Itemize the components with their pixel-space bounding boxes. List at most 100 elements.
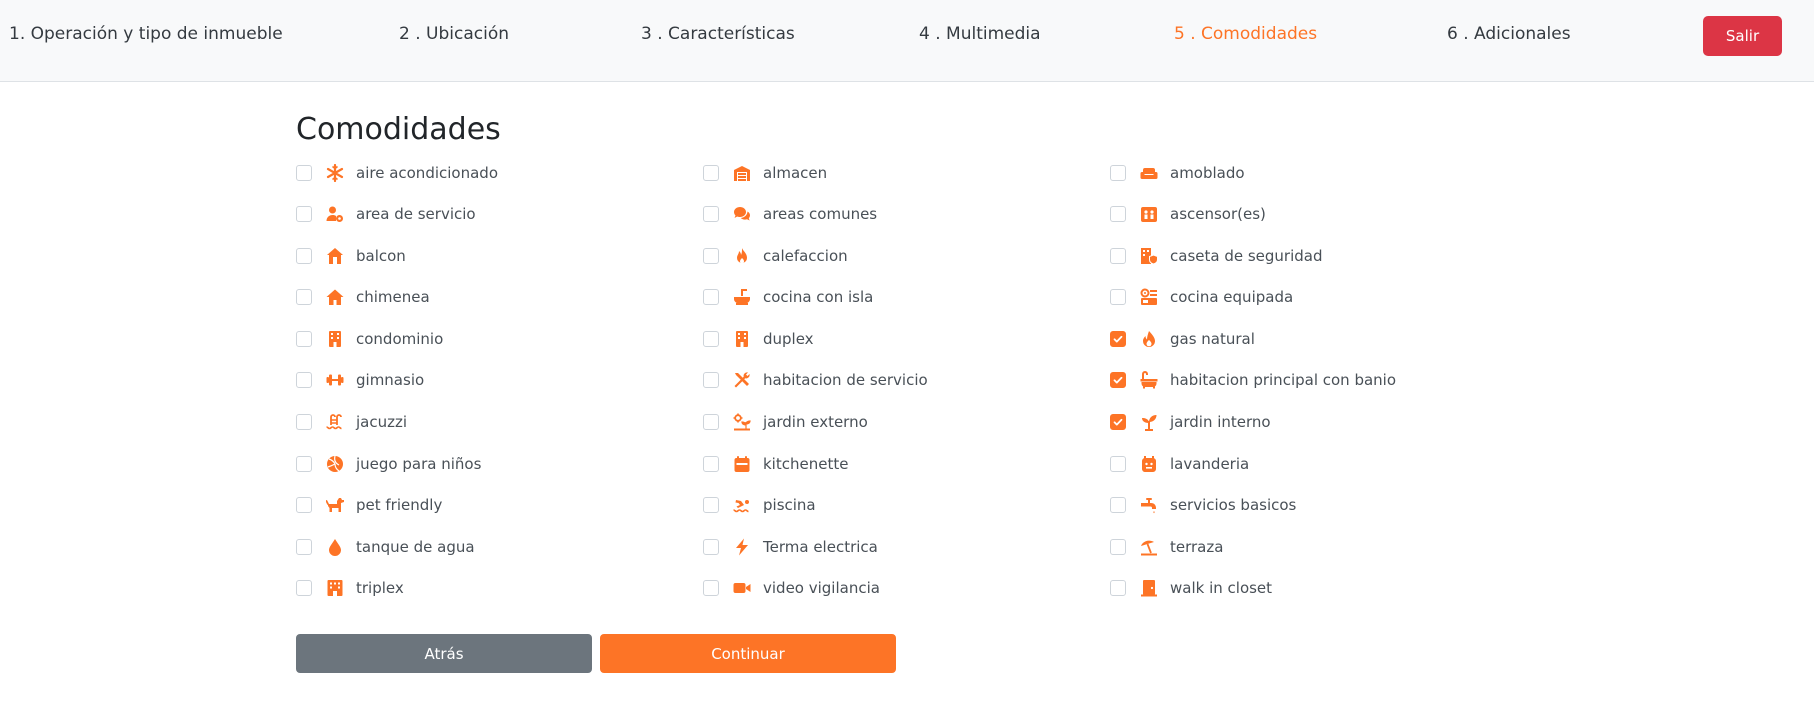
amenity-checkbox[interactable] [703,414,719,430]
amenity-checkbox[interactable] [703,165,719,181]
amenity-label: Terma electrica [763,538,878,556]
amenity-label: piscina [763,496,816,514]
amenity-item[interactable]: balcon [296,243,406,269]
amenity-item[interactable]: condominio [296,326,443,352]
back-button[interactable]: Atrás [296,634,592,673]
amenity-item[interactable]: lavanderia [1110,451,1249,477]
amenity-checkbox[interactable] [296,331,312,347]
amenity-checkbox[interactable] [296,414,312,430]
amenity-checkbox[interactable] [703,580,719,596]
amenity-item[interactable]: walk in closet [1110,575,1272,601]
amenity-item[interactable]: duplex [703,326,814,352]
amenity-label: habitacion de servicio [763,371,928,389]
step-ubicacion[interactable]: 2 . Ubicación [399,22,509,46]
amenity-item[interactable]: areas comunes [703,201,877,227]
amenity-checkbox[interactable] [296,456,312,472]
amenity-checkbox[interactable] [1110,248,1126,264]
bath-icon [1140,371,1158,389]
amenity-item[interactable]: triplex [296,575,404,601]
amenity-label: pet friendly [356,496,443,514]
step-caracteristicas[interactable]: 3 . Características [641,22,795,46]
amenity-item[interactable]: terraza [1110,534,1223,560]
amenity-item[interactable]: juego para niños [296,451,481,477]
step-comodidades[interactable]: 5 . Comodidades [1174,22,1317,46]
amenity-item[interactable]: video vigilancia [703,575,880,601]
amenity-checkbox[interactable] [1110,580,1126,596]
amenity-item[interactable]: almacen [703,160,827,186]
amenity-label: cocina con isla [763,288,874,306]
amenity-checkbox[interactable] [703,497,719,513]
amenity-label: jacuzzi [356,413,408,431]
amenity-item[interactable]: gas natural [1110,326,1255,352]
amenity-checkbox[interactable] [703,206,719,222]
amenity-checkbox[interactable] [296,580,312,596]
amenity-checkbox[interactable] [1110,539,1126,555]
amenity-checkbox[interactable] [703,331,719,347]
amenity-label: balcon [356,247,406,265]
amenity-item[interactable]: gimnasio [296,367,424,393]
amenity-checkbox[interactable] [703,539,719,555]
amenity-item[interactable]: ascensor(es) [1110,201,1266,227]
amenity-item[interactable]: cocina equipada [1110,284,1293,310]
amenity-item[interactable]: pet friendly [296,492,442,518]
amenity-item[interactable]: calefaccion [703,243,848,269]
amenity-item[interactable]: cocina con isla [703,284,873,310]
amenity-checkbox[interactable] [1110,372,1126,388]
amenity-item[interactable]: aire acondicionado [296,160,498,186]
step-operacion[interactable]: 1. Operación y tipo de inmueble [9,22,283,46]
amenity-item[interactable]: caseta de seguridad [1110,243,1322,269]
amenity-label: areas comunes [763,205,878,223]
amenity-checkbox[interactable] [1110,497,1126,513]
house-icon [326,247,344,265]
amenity-label: terraza [1170,538,1224,556]
amenity-item[interactable]: jacuzzi [296,409,407,435]
amenity-item[interactable]: chimenea [296,284,430,310]
amenity-label: ascensor(es) [1170,205,1266,223]
building-shield-icon [1140,247,1158,265]
amenity-checkbox[interactable] [1110,206,1126,222]
step-multimedia[interactable]: 4 . Multimedia [919,22,1041,46]
amenity-item[interactable]: tanque de agua [296,534,475,560]
amenity-item[interactable]: jardin interno [1110,409,1271,435]
calendar-icon [733,455,751,473]
flame-icon [1140,330,1158,348]
amenity-checkbox[interactable] [296,372,312,388]
amenity-label: lavanderia [1170,455,1250,473]
amenity-item[interactable]: habitacion de servicio [703,367,928,393]
wizard-steps-bar: 1. Operación y tipo de inmueble 2 . Ubic… [0,0,1814,82]
amenity-checkbox[interactable] [703,372,719,388]
warehouse-icon [733,164,751,182]
amenity-checkbox[interactable] [1110,331,1126,347]
amenity-item[interactable]: servicios basicos [1110,492,1296,518]
amenity-checkbox[interactable] [1110,165,1126,181]
door-icon [1140,579,1158,597]
amenity-item[interactable]: area de servicio [296,201,476,227]
amenity-label: calefaccion [763,247,848,265]
amenity-item[interactable]: amoblado [1110,160,1245,186]
exit-button[interactable]: Salir [1703,16,1782,56]
amenity-item[interactable]: Terma electrica [703,534,878,560]
amenity-checkbox[interactable] [296,165,312,181]
amenity-item[interactable]: habitacion principal con banio [1110,367,1396,393]
amenity-item[interactable]: piscina [703,492,816,518]
continue-button[interactable]: Continuar [600,634,896,673]
amenity-checkbox[interactable] [703,456,719,472]
step-adicionales[interactable]: 6 . Adicionales [1447,22,1571,46]
amenity-label: chimenea [356,288,430,306]
amenity-checkbox[interactable] [1110,456,1126,472]
amenity-checkbox[interactable] [296,289,312,305]
amenity-checkbox[interactable] [296,497,312,513]
amenity-checkbox[interactable] [1110,414,1126,430]
home-icon [326,288,344,306]
amenity-checkbox[interactable] [703,248,719,264]
amenity-item[interactable]: jardin externo [703,409,868,435]
amenity-label: habitacion principal con banio [1170,371,1397,389]
amenity-checkbox[interactable] [296,539,312,555]
amenity-checkbox[interactable] [1110,289,1126,305]
amenity-item[interactable]: kitchenette [703,451,848,477]
amenity-label: juego para niños [356,455,482,473]
laundry-icon [1140,455,1158,473]
amenity-checkbox[interactable] [296,248,312,264]
amenity-checkbox[interactable] [296,206,312,222]
amenity-checkbox[interactable] [703,289,719,305]
